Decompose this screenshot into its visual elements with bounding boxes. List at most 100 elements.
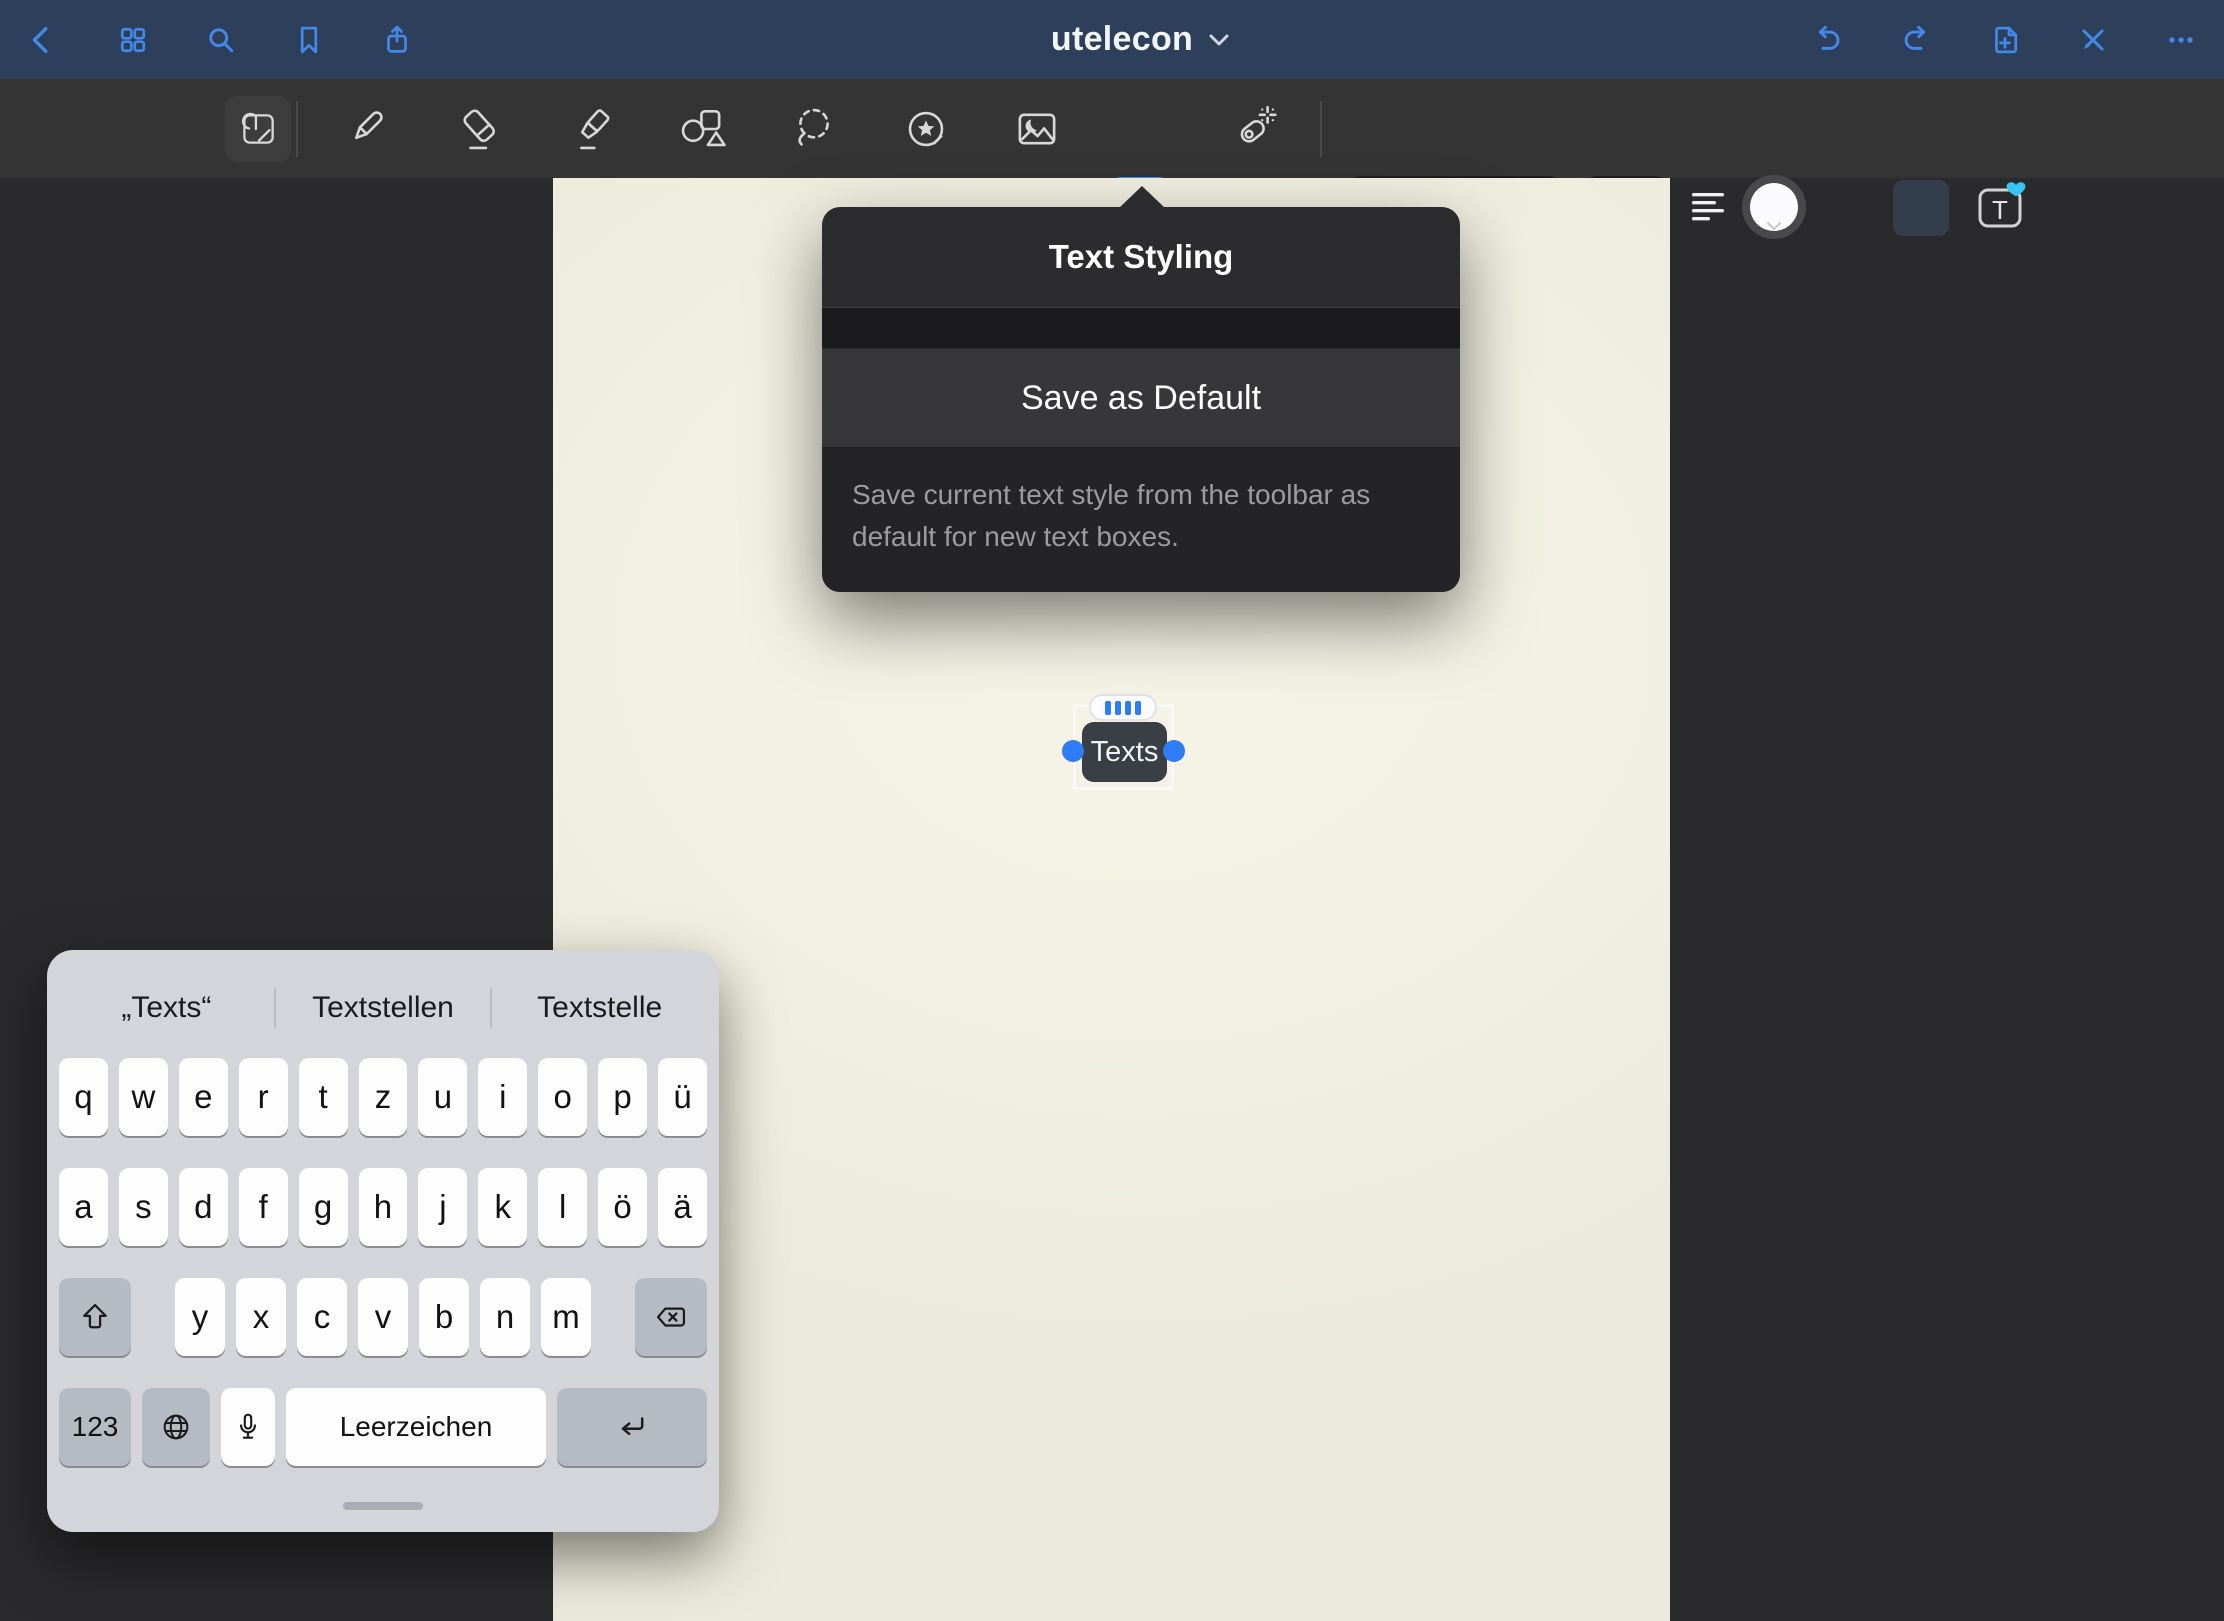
- shapes-tool-button[interactable]: [673, 100, 731, 158]
- globe-key[interactable]: [142, 1388, 210, 1466]
- key-a[interactable]: a: [59, 1168, 108, 1246]
- backspace-icon: [653, 1300, 689, 1334]
- bookmark-button[interactable]: [277, 0, 341, 79]
- key-w[interactable]: w: [119, 1058, 168, 1136]
- back-button[interactable]: [11, 0, 75, 79]
- backspace-key[interactable]: [635, 1278, 707, 1356]
- key-r[interactable]: r: [239, 1058, 288, 1136]
- text-styling-popover: Text Styling Save as Default Save curren…: [822, 207, 1460, 592]
- search-button[interactable]: [189, 0, 253, 79]
- redo-button[interactable]: [1885, 0, 1949, 79]
- image-tool-button[interactable]: [1008, 100, 1066, 158]
- favorite-text-style-button[interactable]: T: [1968, 177, 2032, 237]
- key-l[interactable]: l: [538, 1168, 587, 1246]
- popover-separator: [822, 308, 1460, 348]
- text-align-button[interactable]: [1686, 185, 1734, 229]
- textbox-content[interactable]: Texts: [1082, 722, 1167, 782]
- laser-tool-button[interactable]: [1225, 100, 1283, 158]
- keyboard-drag-handle[interactable]: [343, 1502, 423, 1510]
- keyboard-row-2: a s d f g h j k l ö ä: [59, 1168, 707, 1246]
- key-c[interactable]: c: [297, 1278, 347, 1356]
- key-m[interactable]: m: [541, 1278, 591, 1356]
- more-ellipsis-icon: [2164, 23, 2198, 57]
- key-o-umlaut[interactable]: ö: [598, 1168, 647, 1246]
- highlighter-icon: [566, 103, 618, 155]
- key-u-umlaut[interactable]: ü: [658, 1058, 707, 1136]
- globe-icon: [159, 1410, 193, 1444]
- mic-key[interactable]: [221, 1388, 275, 1466]
- bookmark-icon: [292, 23, 326, 57]
- key-o[interactable]: o: [538, 1058, 587, 1136]
- drag-handle-bar: [1135, 701, 1141, 715]
- textbox-left-resize-handle[interactable]: [1062, 740, 1084, 762]
- return-key[interactable]: [557, 1388, 707, 1466]
- color-chevron-icon: [1766, 221, 1782, 231]
- textbox-text: Texts: [1091, 736, 1159, 769]
- stylus-toggle-button[interactable]: [2061, 0, 2125, 79]
- shift-key[interactable]: [59, 1278, 131, 1356]
- key-t[interactable]: t: [299, 1058, 348, 1136]
- return-icon: [615, 1410, 649, 1444]
- more-button[interactable]: [2149, 0, 2213, 79]
- key-u[interactable]: u: [418, 1058, 467, 1136]
- suggestion-literal[interactable]: „Texts“: [59, 991, 274, 1025]
- key-s[interactable]: s: [119, 1168, 168, 1246]
- numbers-key[interactable]: 123: [59, 1388, 131, 1466]
- lasso-tool-button[interactable]: [785, 100, 843, 158]
- add-page-button[interactable]: [1973, 0, 2037, 79]
- keyboard-row-4: 123 Leerzeichen: [59, 1388, 707, 1466]
- key-j[interactable]: j: [418, 1168, 467, 1246]
- lasso-icon: [788, 103, 840, 155]
- keyboard-row-3: y x c v b n m: [59, 1278, 707, 1356]
- pen-icon: [339, 103, 391, 155]
- text-color-button[interactable]: [1742, 175, 1806, 239]
- tools-toolbar: T HiraginoSans-... 16 T: [0, 79, 2224, 178]
- key-h[interactable]: h: [359, 1168, 408, 1246]
- shapes-icon: [676, 103, 728, 155]
- svg-text:T: T: [1992, 195, 2008, 225]
- popover-title: Text Styling: [822, 207, 1460, 308]
- space-key[interactable]: Leerzeichen: [286, 1388, 546, 1466]
- key-f[interactable]: f: [239, 1168, 288, 1246]
- key-i[interactable]: i: [478, 1058, 527, 1136]
- key-x[interactable]: x: [236, 1278, 286, 1356]
- pen-tool-button[interactable]: [336, 100, 394, 158]
- text-align-icon: [1690, 190, 1730, 224]
- eraser-tool-button[interactable]: [451, 100, 509, 158]
- popover-description-section: Save current text style from the toolbar…: [822, 448, 1460, 592]
- key-d[interactable]: d: [179, 1168, 228, 1246]
- highlighter-tool-button[interactable]: [563, 100, 621, 158]
- drag-handle-bar: [1105, 701, 1111, 715]
- key-q[interactable]: q: [59, 1058, 108, 1136]
- toolbar-divider: [296, 101, 298, 157]
- suggestion-2[interactable]: Textstelle: [492, 991, 707, 1025]
- share-icon: [380, 23, 414, 57]
- share-button[interactable]: [365, 0, 429, 79]
- stickers-tool-button[interactable]: [897, 100, 955, 158]
- heart-icon: [2007, 182, 2026, 196]
- thumbnails-button[interactable]: [101, 0, 165, 79]
- undo-button[interactable]: [1795, 0, 1859, 79]
- key-g[interactable]: g: [299, 1168, 348, 1246]
- image-icon: [1011, 103, 1063, 155]
- key-n[interactable]: n: [480, 1278, 530, 1356]
- key-a-umlaut[interactable]: ä: [658, 1168, 707, 1246]
- key-p[interactable]: p: [598, 1058, 647, 1136]
- key-z[interactable]: z: [359, 1058, 408, 1136]
- drag-handle-bar: [1115, 701, 1121, 715]
- title-chevron-down-icon: [1209, 34, 1229, 46]
- document-title-button[interactable]: utelecon: [990, 0, 1290, 79]
- page-view-icon: [235, 106, 281, 152]
- suggestion-1[interactable]: Textstellen: [276, 991, 491, 1025]
- key-k[interactable]: k: [478, 1168, 527, 1246]
- key-v[interactable]: v: [358, 1278, 408, 1356]
- textbox-right-resize-handle[interactable]: [1163, 740, 1185, 762]
- textbox-drag-handle[interactable]: [1089, 694, 1157, 721]
- key-y[interactable]: y: [175, 1278, 225, 1356]
- page-view-button[interactable]: [225, 96, 291, 162]
- color-swatch: [1750, 183, 1798, 231]
- toolbar-divider: [1320, 101, 1322, 157]
- key-e[interactable]: e: [179, 1058, 228, 1136]
- key-b[interactable]: b: [419, 1278, 469, 1356]
- save-as-default-button[interactable]: Save as Default: [822, 348, 1460, 448]
